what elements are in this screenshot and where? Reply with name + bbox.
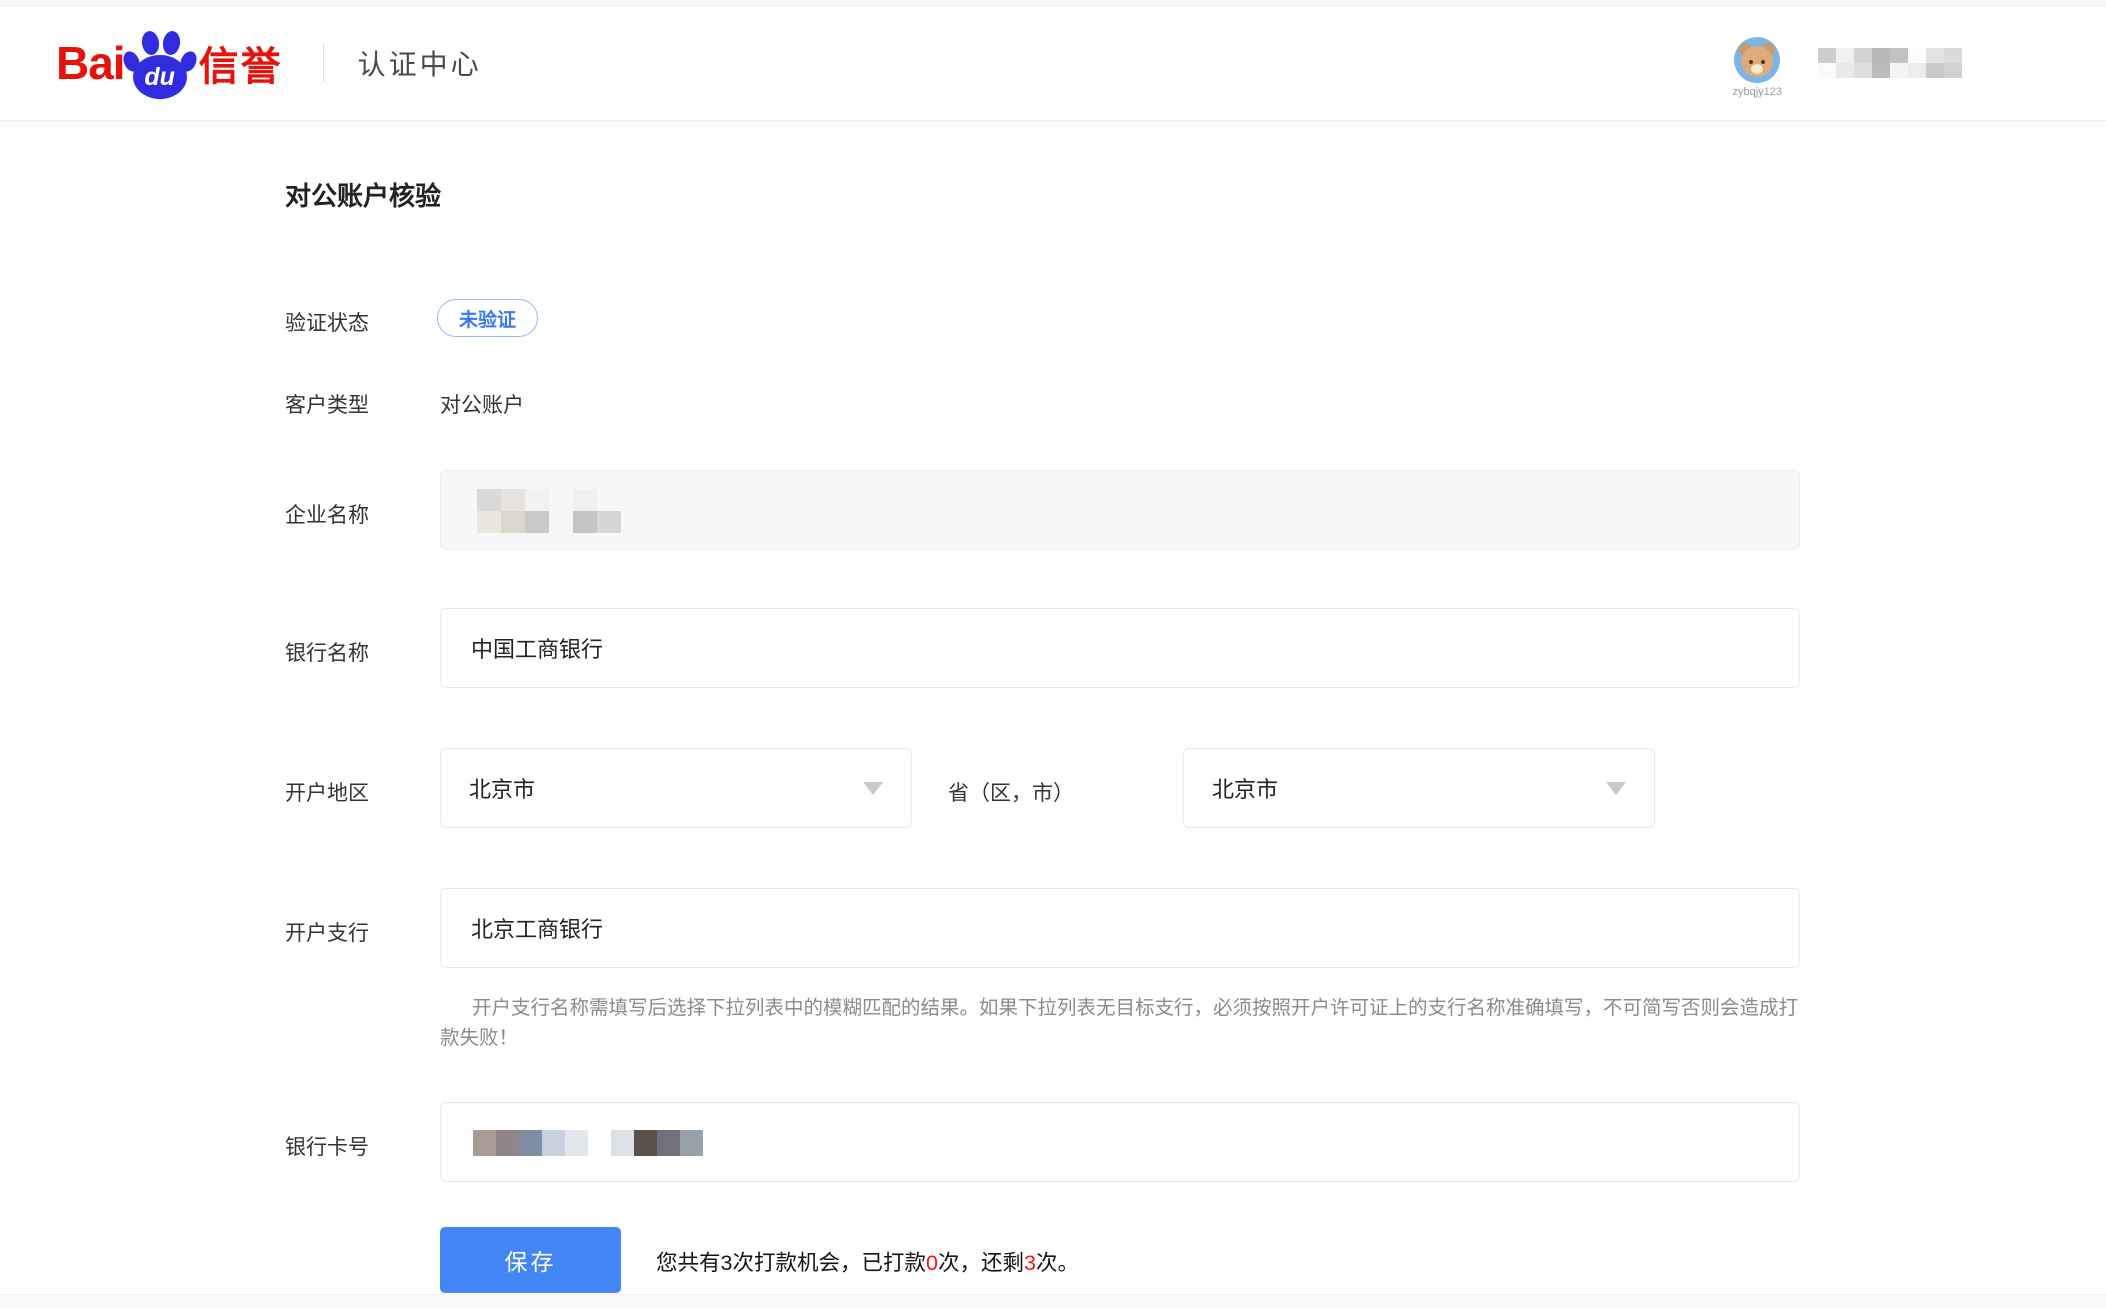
redacted-card-number xyxy=(473,1130,703,1156)
header-user-area: zybqjy123 xyxy=(1732,6,1962,120)
attempts-used: 0 xyxy=(926,1251,938,1275)
chevron-down-icon xyxy=(863,782,883,795)
status-badge: 未验证 xyxy=(437,299,538,337)
bear-avatar-icon xyxy=(1734,37,1780,83)
attempts-part4: 次。 xyxy=(1036,1251,1079,1275)
attempts-text: 您共有3次打款机会，已打款0次，还剩3次。 xyxy=(656,1246,1079,1277)
customer-type-label: 客户类型 xyxy=(285,389,369,419)
page-bottom-strip xyxy=(0,1294,2106,1308)
city-select-value: 北京市 xyxy=(1212,772,1278,804)
logo-text-du: du xyxy=(123,63,197,92)
company-name-input-disabled xyxy=(440,470,1800,550)
save-button[interactable]: 保存 xyxy=(440,1227,621,1293)
region-mid-label: 省（区，市） xyxy=(948,777,1074,807)
header: Bai du 信誉 认证中心 zybqjy123 xyxy=(0,6,2106,121)
header-divider xyxy=(323,44,324,82)
user-avatar[interactable]: zybqjy123 xyxy=(1732,37,1782,98)
bank-name-label: 银行名称 xyxy=(285,637,369,667)
browser-top-strip xyxy=(0,0,2106,6)
province-select-value: 北京市 xyxy=(469,772,535,804)
card-number-label: 银行卡号 xyxy=(285,1131,369,1161)
region-label: 开户地区 xyxy=(285,777,369,807)
site-title: 认证中心 xyxy=(358,43,482,83)
province-select[interactable]: 北京市 xyxy=(440,748,912,828)
attempts-part3: 次，还剩 xyxy=(938,1251,1024,1275)
attempts-part2: 次打款机会，已打款 xyxy=(732,1251,926,1275)
page-title: 对公账户核验 xyxy=(285,176,441,213)
page: Bai du 信誉 认证中心 zybqjy123 对公账户核验 xyxy=(0,0,2106,1308)
customer-type-value: 对公账户 xyxy=(440,389,524,419)
logo-text-bai: Bai xyxy=(56,36,125,90)
baidu-paw-icon: du xyxy=(123,27,197,99)
bank-name-input[interactable] xyxy=(440,608,1800,688)
redacted-company-name xyxy=(477,489,621,533)
logo-text-suffix: 信誉 xyxy=(199,34,283,92)
card-number-input[interactable] xyxy=(440,1102,1800,1182)
baidu-logo[interactable]: Bai du 信誉 xyxy=(56,27,283,99)
branch-hint: 开户支行名称需填写后选择下拉列表中的模糊匹配的结果。如果下拉列表无目标支行，必须… xyxy=(440,993,1812,1053)
username-label: zybqjy123 xyxy=(1732,86,1782,98)
attempts-part1: 您共有 xyxy=(656,1251,721,1275)
attempts-remaining: 3 xyxy=(1024,1251,1036,1275)
status-label: 验证状态 xyxy=(285,307,369,337)
attempts-total: 3 xyxy=(721,1251,733,1275)
redacted-account-name xyxy=(1818,48,1962,78)
branch-label: 开户支行 xyxy=(285,917,369,947)
chevron-down-icon xyxy=(1606,782,1626,795)
company-name-label: 企业名称 xyxy=(285,499,369,529)
city-select[interactable]: 北京市 xyxy=(1183,748,1655,828)
branch-input[interactable] xyxy=(440,888,1800,968)
